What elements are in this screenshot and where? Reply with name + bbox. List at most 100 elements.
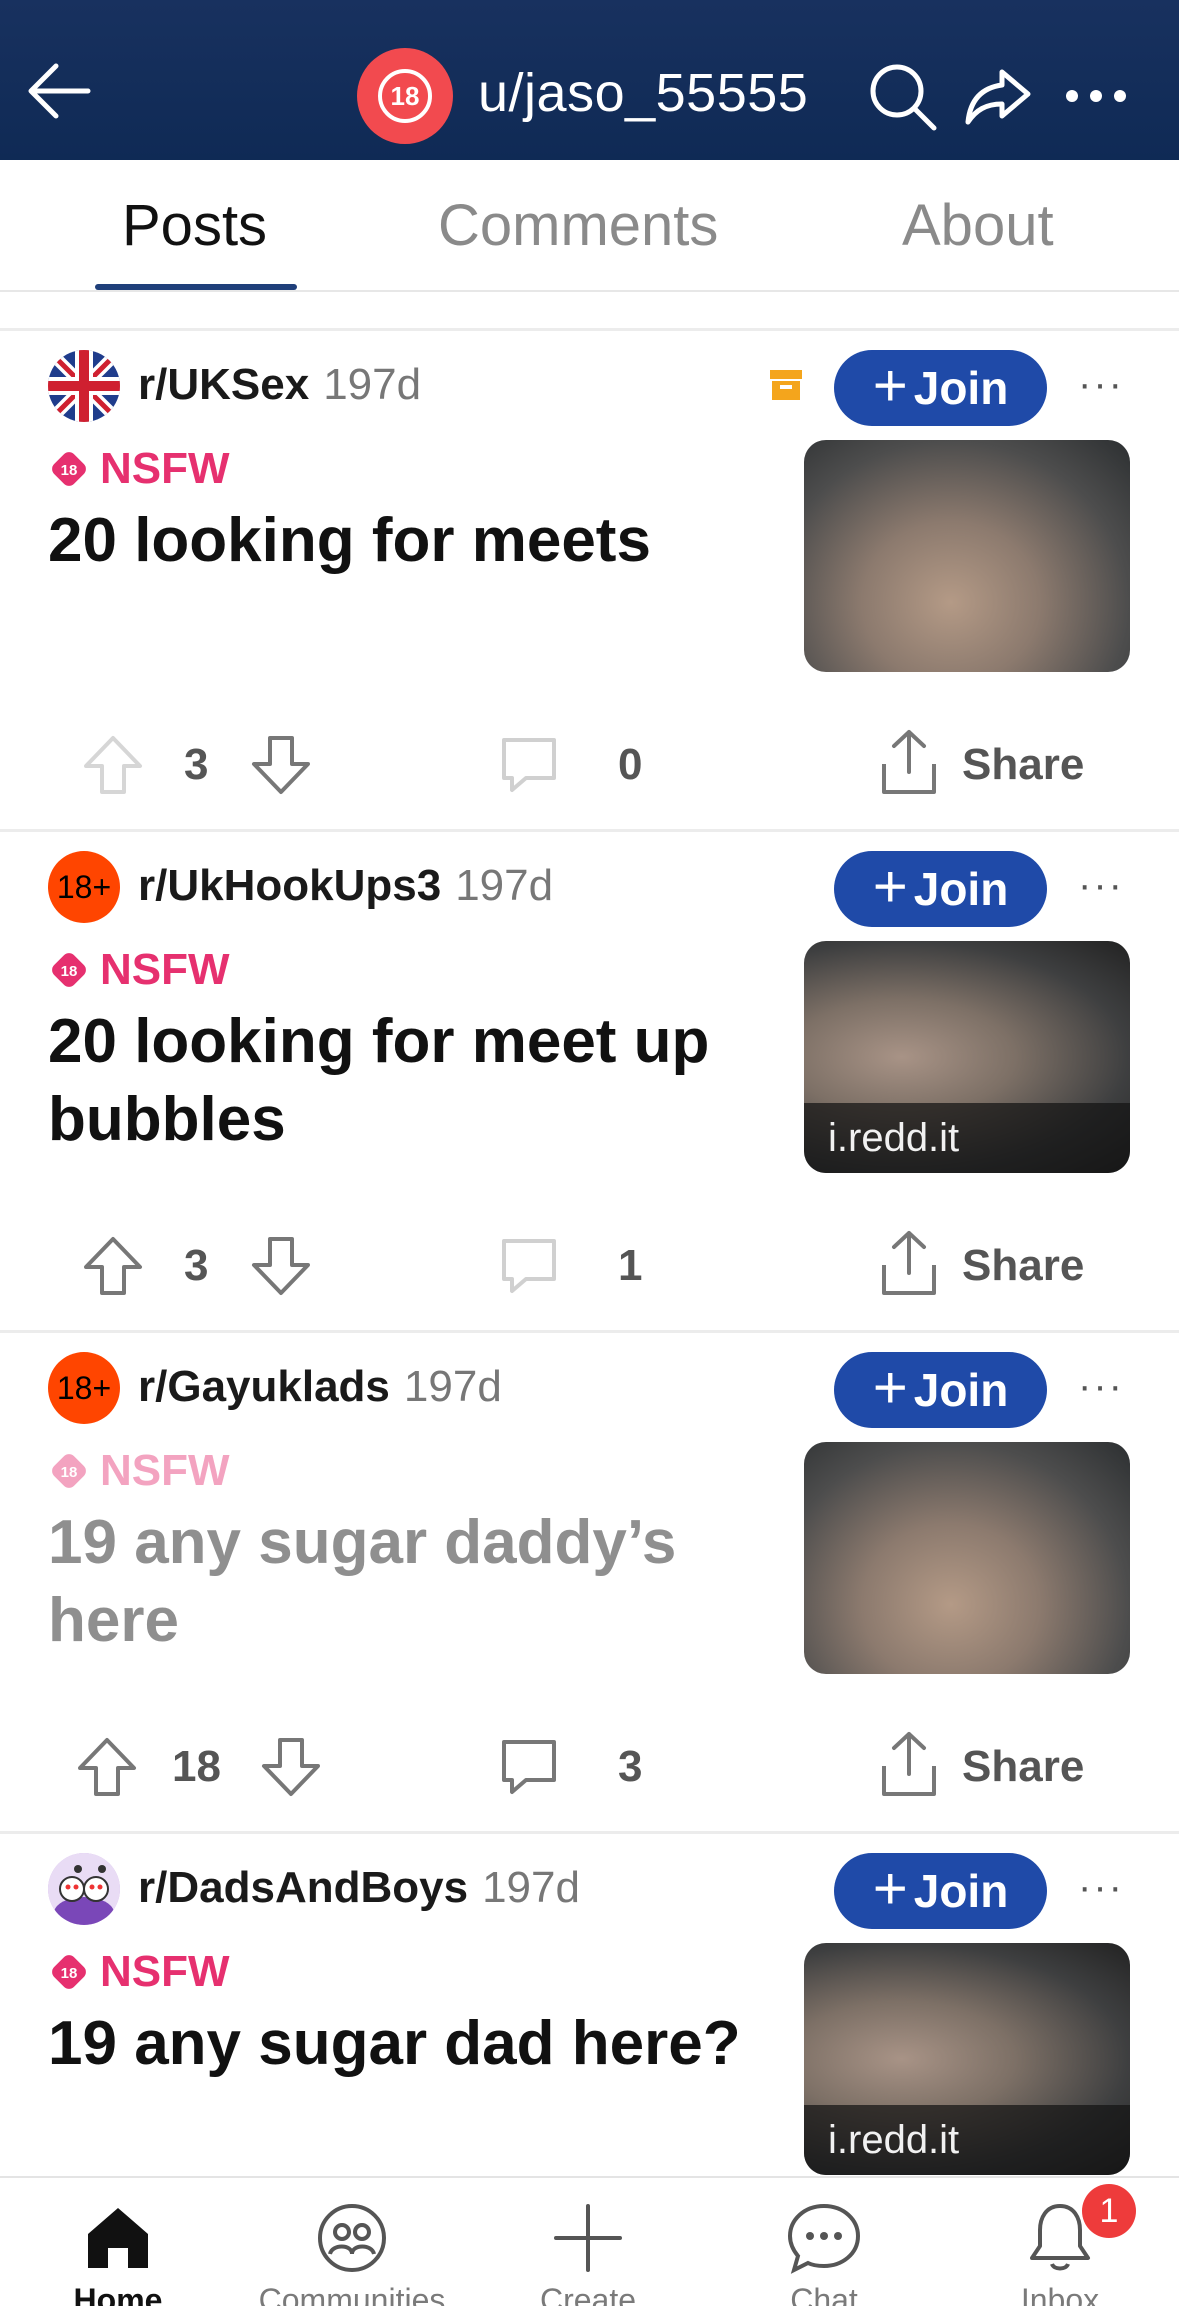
- nsfw-18-icon: 18: [378, 69, 432, 123]
- nsfw-diamond-icon: 18: [52, 953, 86, 987]
- nsfw-diamond-icon: 18: [52, 1955, 86, 1989]
- post-age: 197d: [403, 1362, 502, 1411]
- plus-icon: +: [872, 1855, 908, 1922]
- nsfw-diamond-icon: 18: [52, 1454, 86, 1488]
- subreddit-name[interactable]: r/DadsAndBoys 197d: [138, 1863, 580, 1913]
- share-icon[interactable]: [876, 726, 942, 798]
- vote-count: 3: [184, 1241, 209, 1290]
- nav-chat[interactable]: Chat: [724, 2198, 924, 2306]
- union-jack-icon: [48, 350, 120, 422]
- svg-text:18+: 18+: [57, 1370, 111, 1406]
- tab-posts[interactable]: Posts: [122, 192, 267, 259]
- create-icon: [554, 2204, 622, 2272]
- back-arrow-icon[interactable]: [22, 54, 96, 128]
- chat-icon: [787, 2203, 861, 2274]
- upvote-icon[interactable]: [80, 732, 146, 798]
- svg-text:18: 18: [61, 1965, 78, 1982]
- thumbnail-source: i.redd.it: [804, 2105, 1130, 2175]
- upvote-icon[interactable]: [74, 1734, 140, 1800]
- plus-icon: +: [872, 1354, 908, 1421]
- nsfw-18-icon: 18+: [57, 1370, 111, 1406]
- share-button[interactable]: Share: [962, 740, 1084, 790]
- home-icon: [88, 2208, 148, 2268]
- snoo-avatar-icon: [48, 1853, 120, 1925]
- post-thumbnail[interactable]: [804, 440, 1130, 672]
- comment-count: 1: [618, 1241, 643, 1290]
- post-title[interactable]: 19 any sugar daddy’s here: [48, 1504, 768, 1660]
- post-card[interactable]: 18+ r/Gayuklads 197d + Join ··· 18 NSFW 19…: [0, 1334, 1179, 1834]
- post-thumbnail[interactable]: i.redd.it: [804, 1943, 1130, 2175]
- join-button[interactable]: + Join: [834, 851, 1047, 927]
- bottom-navigation: Home Communities Create Chat Inbox: [0, 2176, 1179, 2306]
- share-button[interactable]: Share: [962, 1742, 1084, 1792]
- upvote-icon[interactable]: [80, 1233, 146, 1299]
- plus-icon: +: [872, 352, 908, 419]
- post-card[interactable]: 18+ r/UkHookUps3 197d + Join ··· 18 NSFW 2…: [0, 833, 1179, 1333]
- comment-count: 3: [618, 1742, 643, 1791]
- nsfw-tag: 18 NSFW: [48, 444, 230, 494]
- subreddit-avatar[interactable]: [48, 350, 120, 422]
- post-age: 197d: [323, 360, 422, 409]
- svg-text:18+: 18+: [57, 869, 111, 905]
- post-age: 197d: [482, 1863, 580, 1912]
- nsfw-tag: 18 NSFW: [48, 1446, 230, 1496]
- join-button[interactable]: + Join: [834, 1352, 1047, 1428]
- nav-communities[interactable]: Communities: [252, 2198, 452, 2306]
- post-card[interactable]: r/DadsAndBoys 197d + Join ··· 18 NSFW 19 a…: [0, 1835, 1179, 2176]
- archive-icon: [770, 370, 802, 400]
- downvote-icon[interactable]: [248, 1233, 314, 1299]
- post-title[interactable]: 19 any sugar dad here?: [48, 2005, 768, 2083]
- subreddit-avatar[interactable]: 18+: [48, 851, 120, 923]
- post-more-button[interactable]: ···: [1078, 362, 1124, 407]
- communities-icon: [318, 2204, 386, 2272]
- downvote-icon[interactable]: [248, 732, 314, 798]
- post-more-button[interactable]: ···: [1078, 863, 1124, 908]
- subreddit-avatar[interactable]: [48, 1853, 120, 1925]
- username-title: u/jaso_55555: [478, 63, 809, 123]
- share-icon[interactable]: [876, 1227, 942, 1299]
- post-card[interactable]: r/UKSex 197d + Join ··· 18 NSFW 20 looking…: [0, 332, 1179, 832]
- post-actions: 3 1 Share: [0, 1231, 1179, 1313]
- join-button[interactable]: + Join: [834, 1853, 1047, 1929]
- comment-icon[interactable]: [496, 1233, 562, 1299]
- post-more-button[interactable]: ···: [1078, 1364, 1124, 1409]
- share-icon[interactable]: [876, 1728, 942, 1800]
- active-tab-indicator: [95, 284, 297, 290]
- profile-tabs: Posts Comments About: [0, 160, 1179, 292]
- search-icon[interactable]: [864, 58, 940, 134]
- post-title[interactable]: 20 looking for meet up bubbles: [48, 1003, 768, 1159]
- share-button[interactable]: Share: [962, 1241, 1084, 1291]
- nsfw-diamond-icon: 18: [52, 452, 86, 486]
- tab-about[interactable]: About: [902, 192, 1054, 259]
- downvote-icon[interactable]: [258, 1734, 324, 1800]
- comment-icon[interactable]: [496, 1734, 562, 1800]
- nav-create[interactable]: Create: [488, 2198, 688, 2306]
- svg-text:18: 18: [61, 963, 78, 980]
- comment-icon[interactable]: [496, 732, 562, 798]
- nsfw-tag: 18 NSFW: [48, 945, 230, 995]
- post-title[interactable]: 20 looking for meets: [48, 502, 768, 580]
- divider: [0, 328, 1179, 331]
- svg-text:18: 18: [61, 462, 78, 479]
- plus-icon: +: [872, 853, 908, 920]
- share-icon[interactable]: [960, 58, 1036, 134]
- subreddit-avatar[interactable]: 18+: [48, 1352, 120, 1424]
- more-icon[interactable]: [1058, 58, 1134, 134]
- post-thumbnail[interactable]: [804, 1442, 1130, 1674]
- vote-count: 18: [172, 1742, 221, 1791]
- user-avatar[interactable]: 18: [357, 48, 453, 144]
- tab-comments[interactable]: Comments: [438, 192, 718, 259]
- post-more-button[interactable]: ···: [1078, 1865, 1124, 1910]
- join-button[interactable]: + Join: [834, 350, 1047, 426]
- svg-text:18: 18: [391, 81, 420, 111]
- nsfw-18-icon: 18+: [57, 869, 111, 905]
- inbox-badge: 1: [1082, 2184, 1136, 2238]
- nsfw-tag: 18 NSFW: [48, 1947, 230, 1997]
- subreddit-name[interactable]: r/UKSex 197d: [138, 360, 421, 410]
- nav-home[interactable]: Home: [18, 2198, 218, 2306]
- vote-count: 3: [184, 740, 209, 789]
- post-thumbnail[interactable]: i.redd.it: [804, 941, 1130, 1173]
- subreddit-name[interactable]: r/UkHookUps3 197d: [138, 861, 553, 911]
- post-actions: 18 3 Share: [0, 1732, 1179, 1814]
- subreddit-name[interactable]: r/Gayuklads 197d: [138, 1362, 502, 1412]
